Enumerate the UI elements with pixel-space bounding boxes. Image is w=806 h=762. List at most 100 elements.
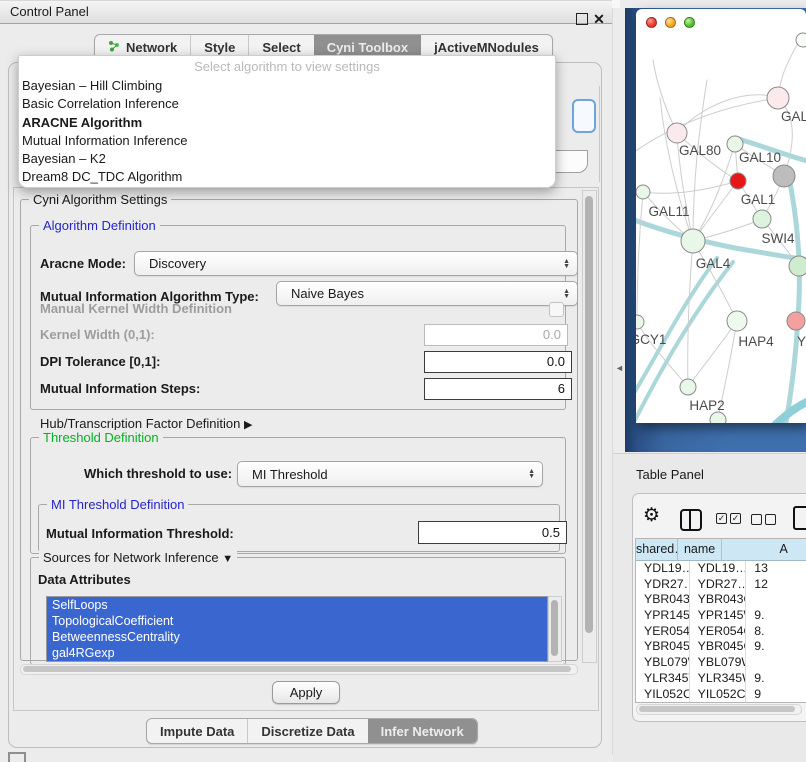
table-row[interactable]: YDL19…YDL19…13 bbox=[636, 561, 806, 577]
attribute-list[interactable]: SelfLoopsTopologicalCoefficientBetweenne… bbox=[46, 596, 548, 662]
close-icon[interactable]: ✕ bbox=[592, 8, 606, 28]
mi-threshold-field[interactable]: 0.5 bbox=[418, 521, 567, 544]
node-label: HAP4 bbox=[738, 334, 774, 349]
aracne-mode-select[interactable]: Discovery ▲▼ bbox=[134, 251, 578, 276]
algorithm-option[interactable]: Bayesian – K2 bbox=[22, 150, 552, 168]
table-cell: 9. bbox=[746, 671, 806, 687]
algorithm-option[interactable]: Basic Correlation Inference bbox=[22, 95, 552, 113]
scrollbar-thumb[interactable] bbox=[639, 706, 795, 712]
hub-definition-label[interactable]: Hub/Transcription Factor Definition ▶ bbox=[40, 416, 252, 431]
network-node[interactable] bbox=[773, 165, 795, 187]
mi-steps-label: Mutual Information Steps: bbox=[40, 381, 200, 396]
network-node[interactable] bbox=[681, 229, 705, 253]
select-all-check-icon[interactable]: ✓ bbox=[730, 513, 741, 524]
attribute-list-item[interactable]: BetweennessCentrality bbox=[47, 629, 547, 645]
attribute-list-scrollbar[interactable] bbox=[548, 596, 562, 662]
gear-icon[interactable]: ⚙ bbox=[643, 504, 660, 527]
table-cell: YBR045C bbox=[690, 639, 747, 655]
mi-type-value: Naive Bayes bbox=[291, 286, 563, 301]
table-cell: YDR27… bbox=[636, 577, 690, 593]
mi-steps-field[interactable]: 6 bbox=[424, 378, 572, 400]
scrollbar-thumb[interactable] bbox=[23, 666, 571, 672]
data-attributes-label: Data Attributes bbox=[38, 572, 131, 587]
network-node[interactable] bbox=[787, 312, 805, 330]
tab-discretize-data[interactable]: Discretize Data bbox=[247, 719, 367, 743]
attribute-list-item[interactable]: gal4RGexp bbox=[47, 645, 547, 661]
column-header-shared-name[interactable]: shared… bbox=[636, 539, 678, 560]
tab-label: Network bbox=[126, 40, 177, 55]
table-row[interactable]: YPR145WYPR145W9. bbox=[636, 608, 806, 624]
node-label: GAL80 bbox=[679, 143, 721, 158]
screen: Control Panel ✕ Network Style Select Cyn… bbox=[0, 0, 806, 762]
algorithm-option[interactable]: Bayesian – Hill Climbing bbox=[22, 77, 552, 95]
aracne-mode-label: Aracne Mode: bbox=[40, 256, 126, 271]
table-panel-title: Table Panel bbox=[636, 467, 704, 482]
network-node[interactable] bbox=[789, 256, 806, 276]
table-row[interactable]: YBR043CYBR043C bbox=[636, 592, 806, 608]
network-canvas[interactable]: GALGAL80GAL10GAL1GAL11SWI4GAL4GCY1HAP4YH… bbox=[636, 9, 806, 423]
expand-right-icon[interactable]: ▶ bbox=[244, 419, 252, 431]
dpi-tolerance-field[interactable]: 0.0 bbox=[424, 351, 572, 373]
table-cell: YLR345W bbox=[636, 671, 690, 687]
export-table-icon[interactable] bbox=[793, 506, 806, 530]
table-row[interactable]: YBR045CYBR045C9. bbox=[636, 639, 806, 655]
column-layout-icon[interactable] bbox=[680, 509, 702, 531]
groupbox-edge-fragment bbox=[599, 86, 600, 182]
deselect-all-icon[interactable] bbox=[751, 514, 762, 525]
network-graph: GALGAL80GAL10GAL1GAL11SWI4GAL4GCY1HAP4YH… bbox=[636, 33, 806, 423]
column-header-partial[interactable]: A bbox=[722, 539, 806, 560]
node-label: GAL1 bbox=[741, 192, 776, 207]
network-node[interactable] bbox=[636, 315, 644, 329]
collapse-down-icon[interactable]: ▼ bbox=[222, 553, 233, 565]
column-header-name[interactable]: name bbox=[678, 539, 722, 560]
mi-threshold-group-title: MI Threshold Definition bbox=[47, 497, 188, 512]
network-node[interactable] bbox=[680, 379, 696, 395]
select-all-check-icon[interactable]: ✓ bbox=[716, 513, 727, 524]
table-horizontal-scrollbar[interactable] bbox=[636, 704, 802, 715]
divider-collapse-icon[interactable]: ◄ bbox=[615, 363, 624, 373]
settings-horizontal-scrollbar[interactable] bbox=[20, 664, 578, 675]
node-label: SWI4 bbox=[761, 231, 794, 246]
apply-button[interactable]: Apply bbox=[272, 681, 340, 704]
attribute-list-item[interactable]: TopologicalCoefficient bbox=[47, 613, 547, 629]
aracne-mode-value: Discovery bbox=[149, 256, 563, 271]
mi-algorithm-type-select[interactable]: Naive Bayes ▲▼ bbox=[276, 281, 578, 306]
table-row[interactable]: YER054CYER054C8. bbox=[636, 624, 806, 640]
tab-infer-network[interactable]: Infer Network bbox=[368, 719, 477, 743]
network-node[interactable] bbox=[727, 311, 747, 331]
network-node[interactable] bbox=[767, 87, 789, 109]
kernel-width-field[interactable]: 0.0 bbox=[424, 324, 568, 346]
tab-label: Infer Network bbox=[381, 724, 464, 739]
float-window-icon[interactable] bbox=[576, 13, 588, 25]
table-row[interactable]: YLR345WYLR345W9. bbox=[636, 671, 806, 687]
network-node[interactable] bbox=[710, 412, 726, 423]
table-cell bbox=[746, 592, 806, 608]
table-row[interactable]: YDR27…YDR27…12 bbox=[636, 577, 806, 593]
algorithm-definition-title: Algorithm Definition bbox=[39, 218, 160, 233]
algorithm-option[interactable]: Mutual Information Inference bbox=[22, 132, 552, 150]
group-title: Cyni Algorithm Settings bbox=[29, 192, 171, 207]
algorithm-popup-list: Bayesian – Hill ClimbingBasic Correlatio… bbox=[22, 77, 552, 187]
deselect-all-icon[interactable] bbox=[765, 514, 776, 525]
which-threshold-select[interactable]: MI Threshold ▲▼ bbox=[237, 461, 543, 487]
network-edge bbox=[693, 80, 707, 241]
settings-vertical-scrollbar[interactable] bbox=[582, 190, 597, 663]
table-row[interactable]: YBL079WYBL079W bbox=[636, 655, 806, 671]
table-row[interactable]: YIL052CYIL052C9 bbox=[636, 687, 806, 703]
network-node[interactable] bbox=[796, 33, 806, 47]
scrollbar-thumb[interactable] bbox=[585, 196, 593, 633]
table-cell: YLR345W bbox=[690, 671, 747, 687]
algorithm-option[interactable]: ARACNE Algorithm bbox=[22, 114, 552, 132]
focused-combo-fragment[interactable] bbox=[572, 99, 596, 133]
network-node[interactable] bbox=[667, 123, 687, 143]
combo-arrows-icon: ▲▼ bbox=[563, 289, 570, 299]
network-node[interactable] bbox=[636, 185, 650, 199]
scrollbar-thumb[interactable] bbox=[551, 600, 558, 656]
table-cell: 8. bbox=[746, 624, 806, 640]
network-node[interactable] bbox=[730, 173, 746, 189]
attribute-list-item[interactable]: SelfLoops bbox=[47, 597, 547, 613]
algorithm-option[interactable]: Dream8 DC_TDC Algorithm bbox=[22, 168, 552, 186]
manual-kernel-checkbox[interactable] bbox=[549, 302, 564, 317]
network-node[interactable] bbox=[753, 210, 771, 228]
tab-impute-data[interactable]: Impute Data bbox=[147, 719, 247, 743]
